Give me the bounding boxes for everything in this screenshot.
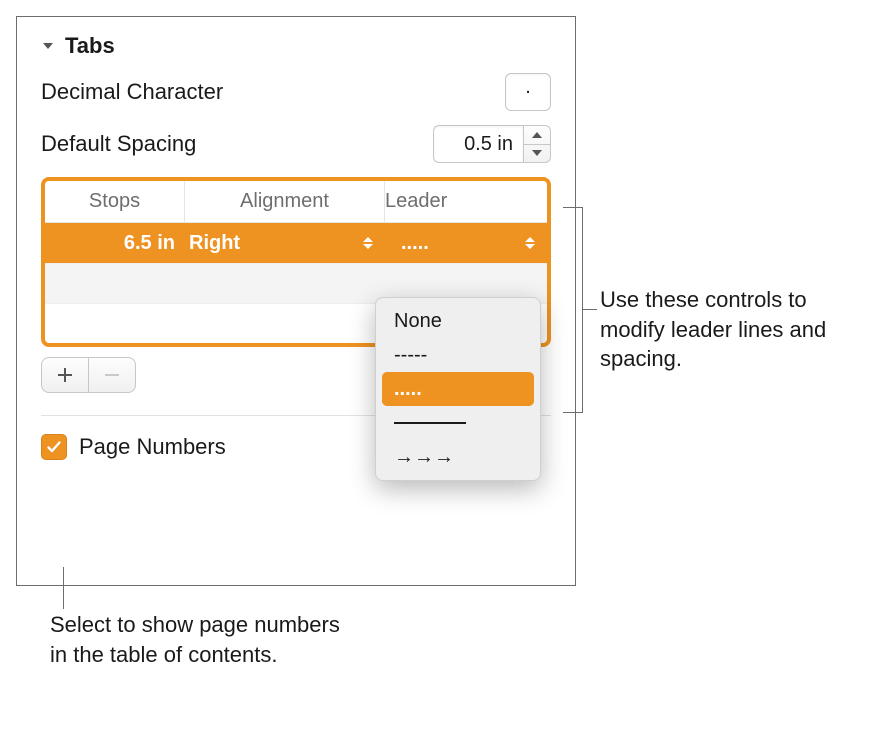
solid-line-icon <box>394 422 466 424</box>
cell-alignment[interactable]: Right <box>185 232 385 255</box>
decimal-character-input[interactable]: . <box>505 73 551 111</box>
leader-option-solid[interactable] <box>382 406 534 440</box>
col-header-leader[interactable]: Leader <box>385 181 447 222</box>
add-button[interactable] <box>42 358 88 392</box>
leader-option-none[interactable]: None <box>382 304 534 338</box>
leader-option-dashes[interactable]: ----- <box>382 338 534 372</box>
select-caret-icon <box>361 237 375 249</box>
checkmark-icon <box>46 439 62 455</box>
remove-button[interactable] <box>89 358 135 392</box>
col-header-stops[interactable]: Stops <box>45 181 185 222</box>
callout-bracket <box>563 207 583 413</box>
leader-option-dots[interactable]: ..... <box>382 372 534 406</box>
decimal-character-row: Decimal Character . <box>41 73 551 111</box>
page-numbers-label: Page Numbers <box>79 434 226 460</box>
cell-leader-value: ..... <box>401 232 429 255</box>
cell-stops[interactable]: 6.5 in <box>45 232 185 255</box>
leader-dropdown[interactable]: None ----- ..... →→→ <box>375 297 541 481</box>
stepper-up-icon[interactable] <box>524 126 550 145</box>
minus-icon <box>104 367 120 383</box>
callout-bottom: Select to show page numbers in the table… <box>50 610 340 669</box>
table-header: Stops Alignment Leader <box>45 181 547 223</box>
col-header-alignment[interactable]: Alignment <box>185 181 385 222</box>
section-title: Tabs <box>65 33 115 59</box>
default-spacing-label: Default Spacing <box>41 131 196 157</box>
table-row[interactable]: 6.5 in Right ..... <box>45 223 547 263</box>
leader-option-arrows[interactable]: →→→ <box>382 440 534 474</box>
callout-right: Use these controls to modify leader line… <box>600 285 858 374</box>
cell-alignment-value: Right <box>189 232 240 255</box>
callout-bracket <box>583 309 597 310</box>
callout-line <box>63 567 64 609</box>
add-remove-segmented <box>41 357 136 393</box>
default-spacing-input[interactable]: 0.5 in <box>433 125 523 163</box>
decimal-character-label: Decimal Character <box>41 79 223 105</box>
section-header[interactable]: Tabs <box>41 33 551 59</box>
default-spacing-row: Default Spacing 0.5 in <box>41 125 551 163</box>
select-caret-icon <box>523 237 537 249</box>
default-spacing-stepper[interactable] <box>523 125 551 163</box>
stepper-down-icon[interactable] <box>524 145 550 163</box>
cell-leader[interactable]: ..... <box>385 232 547 255</box>
plus-icon <box>57 367 73 383</box>
page-numbers-checkbox[interactable] <box>41 434 67 460</box>
chevron-down-icon <box>41 39 55 53</box>
